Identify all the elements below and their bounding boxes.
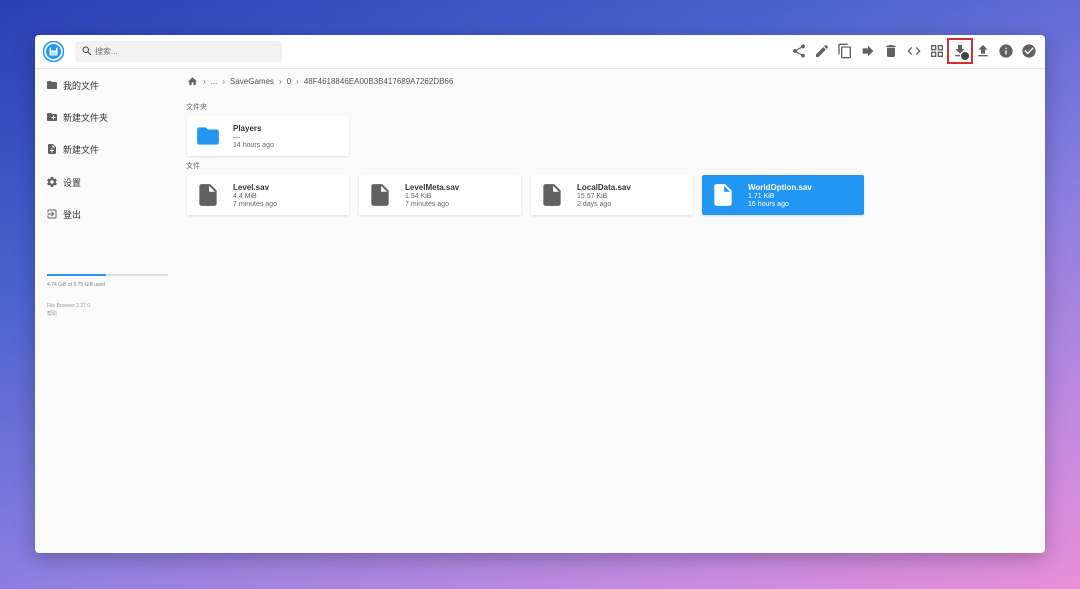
search-icon bbox=[82, 46, 92, 56]
file-card-selected[interactable]: WorldOption.sav 1.71 KiB 16 hours ago bbox=[702, 175, 864, 215]
info-icon bbox=[999, 44, 1013, 58]
grid-view-button[interactable] bbox=[929, 43, 945, 59]
storage-quota-fill bbox=[47, 274, 107, 276]
file-size: 4.4 MiB bbox=[233, 193, 257, 200]
sidebar-item-settings[interactable]: 设置 bbox=[46, 174, 81, 190]
download-button[interactable] bbox=[947, 38, 973, 64]
file-name: WorldOption.sav bbox=[748, 183, 812, 192]
logout-icon bbox=[47, 209, 57, 219]
file-size: 15.57 KiB bbox=[577, 193, 608, 200]
sidebar-item-label: 登出 bbox=[63, 209, 82, 220]
file-name: Level.sav bbox=[233, 183, 270, 192]
upload-icon bbox=[978, 45, 988, 57]
code-button[interactable] bbox=[906, 43, 922, 59]
sidebar-item-new-folder[interactable]: 新建文件夹 bbox=[46, 109, 108, 125]
file-icon bbox=[714, 184, 732, 206]
version-text: File Browser 2.27.0 bbox=[47, 303, 91, 309]
folder-modified: 14 hours ago bbox=[233, 142, 274, 149]
settings-icon bbox=[47, 176, 57, 187]
file-name: LocalData.sav bbox=[577, 183, 631, 192]
sidebar: 我的文件 新建文件夹 新建文件 设置 登出 4.74 GiB of 9.75 G… bbox=[35, 69, 175, 553]
toolbar bbox=[784, 38, 1037, 64]
download-count-badge bbox=[960, 51, 970, 61]
breadcrumb: › ... › SaveGames › 0 › 48F4618846EA00B3… bbox=[187, 75, 453, 87]
file-modified: 7 minutes ago bbox=[405, 201, 449, 208]
file-card[interactable]: LocalData.sav 15.57 KiB 2 days ago bbox=[531, 175, 693, 215]
sidebar-item-label: 设置 bbox=[63, 177, 82, 188]
home-icon[interactable] bbox=[187, 76, 198, 87]
folders-section-title: 文件夹 bbox=[186, 104, 207, 111]
info-button[interactable] bbox=[998, 43, 1014, 59]
share-button[interactable] bbox=[791, 43, 807, 59]
help-link[interactable]: 帮助 bbox=[47, 310, 57, 317]
breadcrumb-item-current[interactable]: 48F4618846EA00B3B417689A7262DB66 bbox=[304, 77, 453, 86]
header-bar bbox=[35, 35, 1045, 69]
delete-button[interactable] bbox=[883, 43, 899, 59]
move-icon bbox=[862, 45, 874, 57]
upload-button[interactable] bbox=[975, 43, 991, 59]
move-button[interactable] bbox=[860, 43, 876, 59]
breadcrumb-item-savegames[interactable]: SaveGames bbox=[230, 77, 274, 86]
edit-icon bbox=[816, 44, 829, 57]
file-icon bbox=[199, 184, 217, 206]
new-folder-icon bbox=[47, 113, 57, 121]
app-window: 我的文件 新建文件夹 新建文件 设置 登出 4.74 GiB of 9.75 G… bbox=[35, 35, 1045, 553]
file-icon bbox=[543, 184, 561, 206]
chevron-right-icon: › bbox=[279, 76, 282, 86]
storage-quota-text: 4.74 GiB of 9.75 GiB used bbox=[47, 282, 106, 288]
file-modified: 7 minutes ago bbox=[233, 201, 277, 208]
sidebar-item-label: 新建文件 bbox=[63, 144, 100, 155]
code-icon bbox=[907, 47, 921, 55]
new-file-icon bbox=[48, 144, 56, 154]
delete-icon bbox=[886, 45, 896, 57]
chevron-right-icon: › bbox=[203, 76, 206, 86]
copy-icon bbox=[838, 43, 851, 59]
share-icon bbox=[793, 44, 805, 58]
file-size: 1.71 KiB bbox=[748, 193, 775, 200]
select-all-button[interactable] bbox=[1021, 43, 1037, 59]
breadcrumb-item-ellipsis[interactable]: ... bbox=[211, 77, 218, 86]
search-box[interactable] bbox=[75, 41, 282, 62]
file-card[interactable]: Level.sav 4.4 MiB 7 minutes ago bbox=[187, 175, 349, 215]
folder-size: — bbox=[233, 134, 240, 141]
folder-icon bbox=[47, 81, 57, 89]
file-size: 1.54 KiB bbox=[405, 193, 432, 200]
file-card[interactable]: LevelMeta.sav 1.54 KiB 7 minutes ago bbox=[359, 175, 521, 215]
file-icon bbox=[371, 184, 389, 206]
sidebar-item-label: 我的文件 bbox=[63, 80, 100, 91]
sidebar-item-label: 新建文件夹 bbox=[63, 112, 109, 123]
search-input[interactable] bbox=[95, 44, 275, 59]
folder-icon bbox=[197, 127, 219, 145]
folder-card[interactable]: Players — 14 hours ago bbox=[187, 116, 349, 156]
sidebar-item-my-files[interactable]: 我的文件 bbox=[46, 77, 99, 93]
files-section-title: 文件 bbox=[186, 163, 200, 170]
storage-quota-bar bbox=[47, 274, 168, 276]
sidebar-item-new-file[interactable]: 新建文件 bbox=[46, 141, 99, 157]
app-logo-icon[interactable] bbox=[42, 40, 65, 63]
chevron-right-icon: › bbox=[296, 76, 299, 86]
file-modified: 16 hours ago bbox=[748, 201, 789, 208]
grid-view-icon bbox=[931, 45, 943, 57]
file-name: LevelMeta.sav bbox=[405, 183, 460, 192]
file-modified: 2 days ago bbox=[577, 201, 612, 208]
folder-name: Players bbox=[233, 124, 262, 133]
breadcrumb-item-0[interactable]: 0 bbox=[287, 77, 291, 86]
edit-button[interactable] bbox=[814, 43, 830, 59]
copy-button[interactable] bbox=[837, 43, 853, 59]
sidebar-item-logout[interactable]: 登出 bbox=[46, 206, 81, 222]
chevron-right-icon: › bbox=[222, 76, 226, 86]
select-all-icon bbox=[1022, 44, 1036, 58]
